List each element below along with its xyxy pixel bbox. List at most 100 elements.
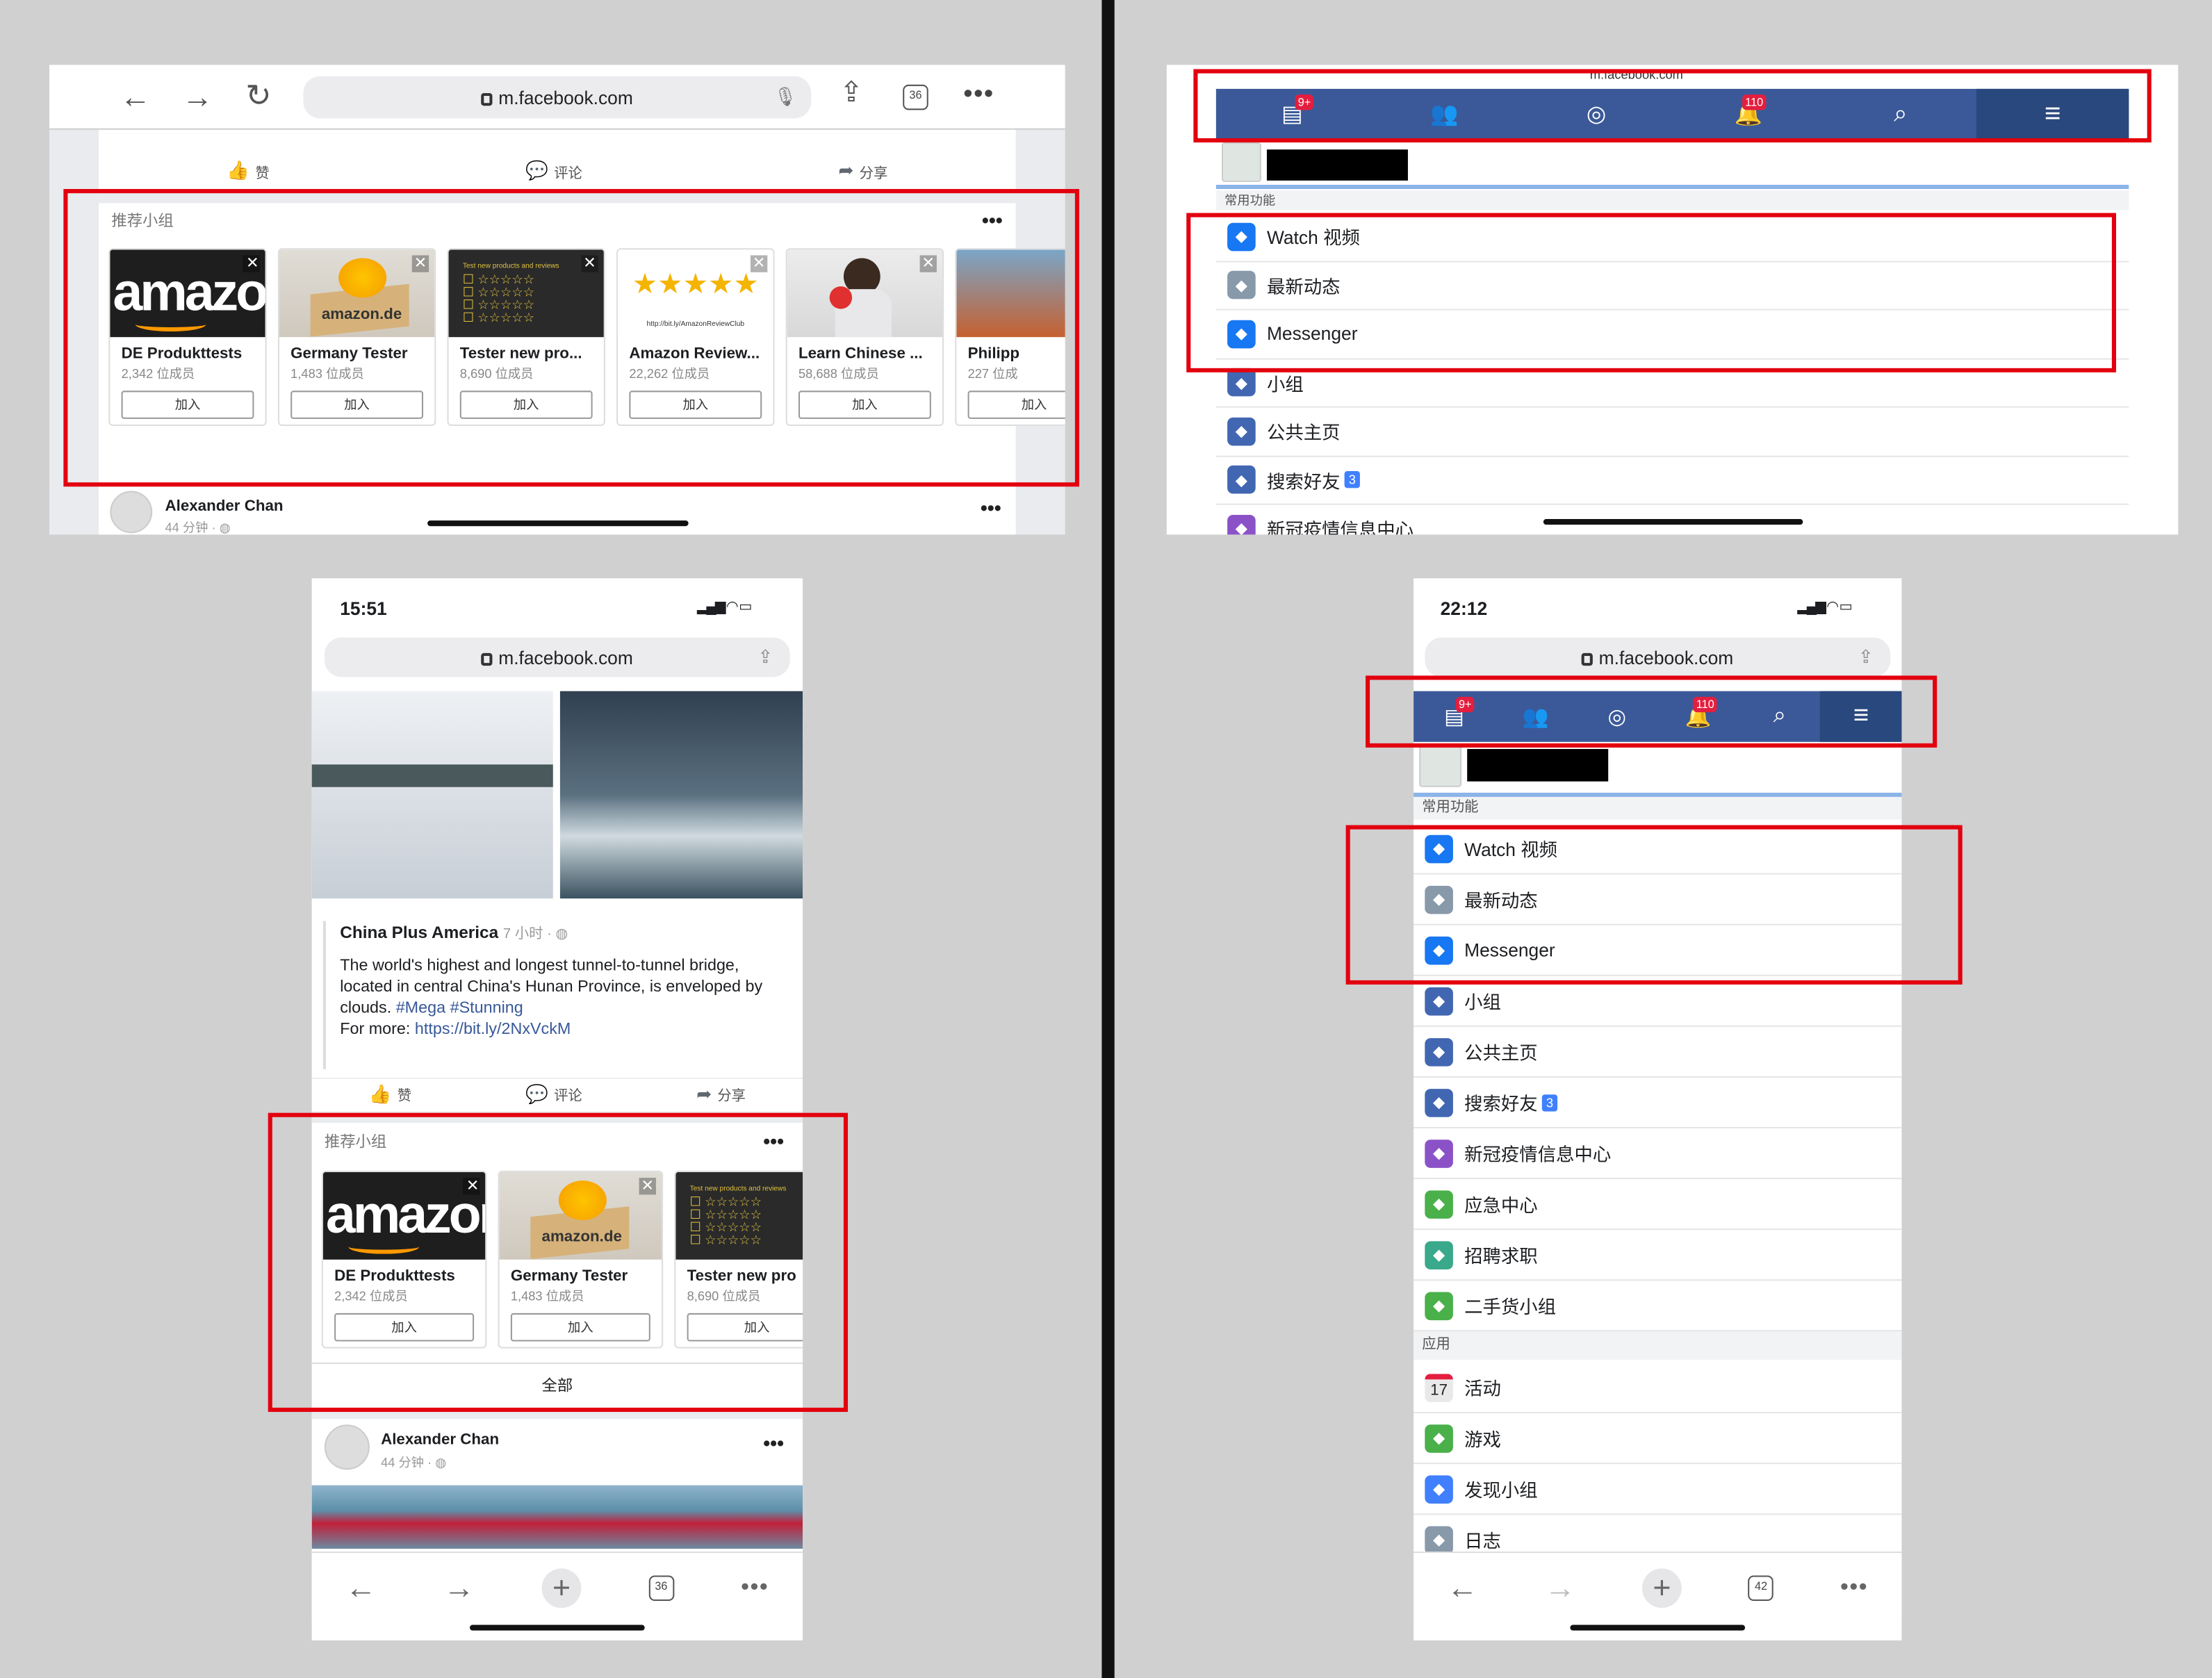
post-author[interactable]: Alexander Chan [165, 498, 284, 515]
post-image-dragon-boat[interactable] [311, 1485, 803, 1549]
join-group-button[interactable]: 加入 [459, 390, 593, 419]
nav-menu-tab[interactable]: ≡ [1976, 88, 2129, 140]
hashtag-mega[interactable]: #Mega [396, 1000, 445, 1017]
group-cover-image[interactable]: amazon✕ [110, 249, 265, 338]
new-tab-icon[interactable]: + [1642, 1568, 1682, 1608]
group-cover-image[interactable]: amazon.de ✕ [499, 1171, 662, 1260]
menu-item[interactable]: ◆ 最新动态 [1215, 262, 2129, 311]
tab-count[interactable]: 36 [903, 84, 928, 110]
menu-item[interactable]: ◆ Watch 视频 [1414, 824, 1902, 875]
group-cover-image[interactable]: Test new products and reviews ☐ ☆☆☆☆☆ ☐ ☆☆… [675, 1171, 803, 1260]
close-icon[interactable]: ✕ [750, 255, 768, 272]
group-name[interactable]: Tester new pro... [460, 345, 593, 362]
more-menu-icon[interactable]: ••• [963, 79, 994, 109]
menu-item[interactable]: 17 活动 [1414, 1363, 1902, 1414]
close-icon[interactable]: ✕ [462, 1178, 480, 1195]
shared-post-author[interactable]: China Plus America [340, 923, 498, 942]
menu-item[interactable]: ◆ 公共主页 [1414, 1027, 1902, 1078]
forward-arrow-icon[interactable]: → [443, 1569, 475, 1606]
forward-arrow-icon[interactable]: → [1545, 1569, 1576, 1606]
join-group-button[interactable]: 加入 [687, 1313, 803, 1342]
share-button[interactable]: ➦ 分享 [696, 1083, 746, 1104]
share-button[interactable]: ➦ 分享 [838, 158, 887, 183]
group-cover-image[interactable]: ✕ [787, 249, 943, 338]
nav-notifications-tab[interactable]: 🔔 110 [1673, 89, 1825, 140]
close-icon[interactable]: ✕ [581, 255, 598, 272]
post-image-bridge-clouds[interactable] [311, 691, 553, 899]
close-icon[interactable]: ✕ [639, 1178, 656, 1195]
close-icon[interactable]: ✕ [243, 255, 260, 272]
nav-search-tab[interactable]: ⌕ [1824, 89, 1976, 140]
suggested-groups-more-icon[interactable]: ••• [982, 208, 1003, 231]
menu-item[interactable]: ◆ 搜索好友 3 [1414, 1078, 1902, 1128]
reload-icon[interactable]: ↻ [245, 80, 271, 112]
menu-item[interactable]: ◆ 搜索好友 3 [1215, 456, 2129, 505]
post-link[interactable]: https://bit.ly/2NxVckM [415, 1021, 571, 1038]
menu-item[interactable]: ◆ Watch 视频 [1215, 213, 2129, 262]
nav-messenger-tab[interactable]: ◎ [1521, 89, 1673, 140]
more-menu-icon[interactable]: ••• [741, 1574, 769, 1600]
close-icon[interactable]: ✕ [919, 255, 937, 272]
group-cover-image[interactable]: ★★★★★ http://bit.ly/AmazonReviewClub ✕ [618, 249, 773, 338]
join-group-button[interactable]: 加入 [629, 390, 762, 419]
group-cover-image[interactable]: amazon.de ✕ [279, 249, 435, 338]
address-bar[interactable]: m.facebook.com 🎙 [303, 76, 812, 119]
join-group-button[interactable]: 加入 [290, 390, 423, 419]
group-name[interactable]: Philipp [968, 345, 1065, 362]
address-bar[interactable]: m.facebook.com ⇪ [324, 637, 790, 677]
group-name[interactable]: DE Produkttests [122, 345, 254, 362]
hashtag-stunning[interactable]: #Stunning [450, 1000, 523, 1017]
group-cover-image[interactable]: ✕ [956, 249, 1065, 338]
nav-home-tab[interactable]: ▤ 9+ [1216, 89, 1368, 140]
new-tab-icon[interactable]: + [541, 1568, 582, 1608]
menu-item[interactable]: ◆ 公共主页 [1215, 408, 2129, 456]
menu-item[interactable]: ◆ 游戏 [1414, 1413, 1902, 1465]
menu-item[interactable]: ◆ 应急中心 [1414, 1179, 1902, 1231]
like-button[interactable]: 👍 赞 [227, 158, 269, 183]
group-name[interactable]: DE Produkttests [334, 1268, 474, 1285]
group-name[interactable]: Germany Tester [290, 345, 423, 362]
nav-friends-tab[interactable]: 👥 [1368, 89, 1521, 140]
back-arrow-icon[interactable]: ← [345, 1569, 377, 1606]
join-group-button[interactable]: 加入 [510, 1313, 650, 1342]
menu-item[interactable]: ◆ 最新动态 [1414, 875, 1902, 926]
author-avatar[interactable] [110, 491, 153, 534]
group-cover-image[interactable]: Test new products and reviews ☐ ☆☆☆☆☆ ☐ ☆☆… [448, 249, 604, 338]
post-image-mountain-fog[interactable] [559, 691, 803, 899]
comment-button[interactable]: 💬 评论 [525, 1083, 582, 1104]
see-all-link[interactable]: 全部 [312, 1374, 803, 1396]
menu-item[interactable]: ◆ 小组 [1215, 359, 2129, 408]
join-group-button[interactable]: 加入 [121, 390, 254, 419]
share-icon[interactable]: ⇪ [839, 79, 863, 108]
menu-item[interactable]: ◆ 小组 [1414, 976, 1902, 1027]
menu-item[interactable]: ◆ 新冠疫情信息中心 [1414, 1128, 1902, 1180]
group-cover-image[interactable]: amazon✕ [322, 1171, 486, 1260]
post-more-icon[interactable]: ••• [981, 497, 1001, 519]
microphone-icon[interactable]: 🎙 [773, 86, 797, 108]
menu-item[interactable]: ◆ 招聘求职 [1414, 1230, 1902, 1281]
group-name[interactable]: Germany Tester [511, 1268, 650, 1285]
join-group-button[interactable]: 加入 [798, 390, 931, 419]
menu-item[interactable]: ◆ 二手货小组 [1414, 1281, 1902, 1332]
back-arrow-icon[interactable]: ← [1447, 1569, 1478, 1606]
back-arrow-icon[interactable]: ← [120, 81, 151, 113]
join-group-button[interactable]: 加入 [334, 1313, 475, 1342]
tab-count[interactable]: 36 [648, 1574, 674, 1601]
menu-item[interactable]: ◆ Messenger [1215, 311, 2129, 359]
close-icon[interactable]: ✕ [411, 255, 429, 272]
post-more-icon[interactable]: ••• [763, 1431, 784, 1454]
forward-arrow-icon[interactable]: → [182, 81, 213, 113]
suggested-groups-more-icon[interactable]: ••• [763, 1130, 784, 1152]
tab-count[interactable]: 42 [1748, 1574, 1774, 1601]
group-name[interactable]: Learn Chinese ... [798, 345, 931, 362]
comment-button[interactable]: 💬 评论 [525, 158, 582, 183]
like-button[interactable]: 👍 赞 [369, 1083, 411, 1104]
author-avatar[interactable] [324, 1424, 370, 1470]
join-group-button[interactable]: 加入 [967, 390, 1065, 419]
share-icon[interactable]: ⇪ [757, 646, 773, 668]
more-menu-icon[interactable]: ••• [1840, 1574, 1868, 1600]
group-name[interactable]: Tester new pro [687, 1268, 803, 1285]
menu-item[interactable]: ◆ 发现小组 [1414, 1464, 1902, 1515]
menu-item[interactable]: ◆ Messenger [1414, 926, 1902, 976]
post-author[interactable]: Alexander Chan [381, 1431, 499, 1448]
